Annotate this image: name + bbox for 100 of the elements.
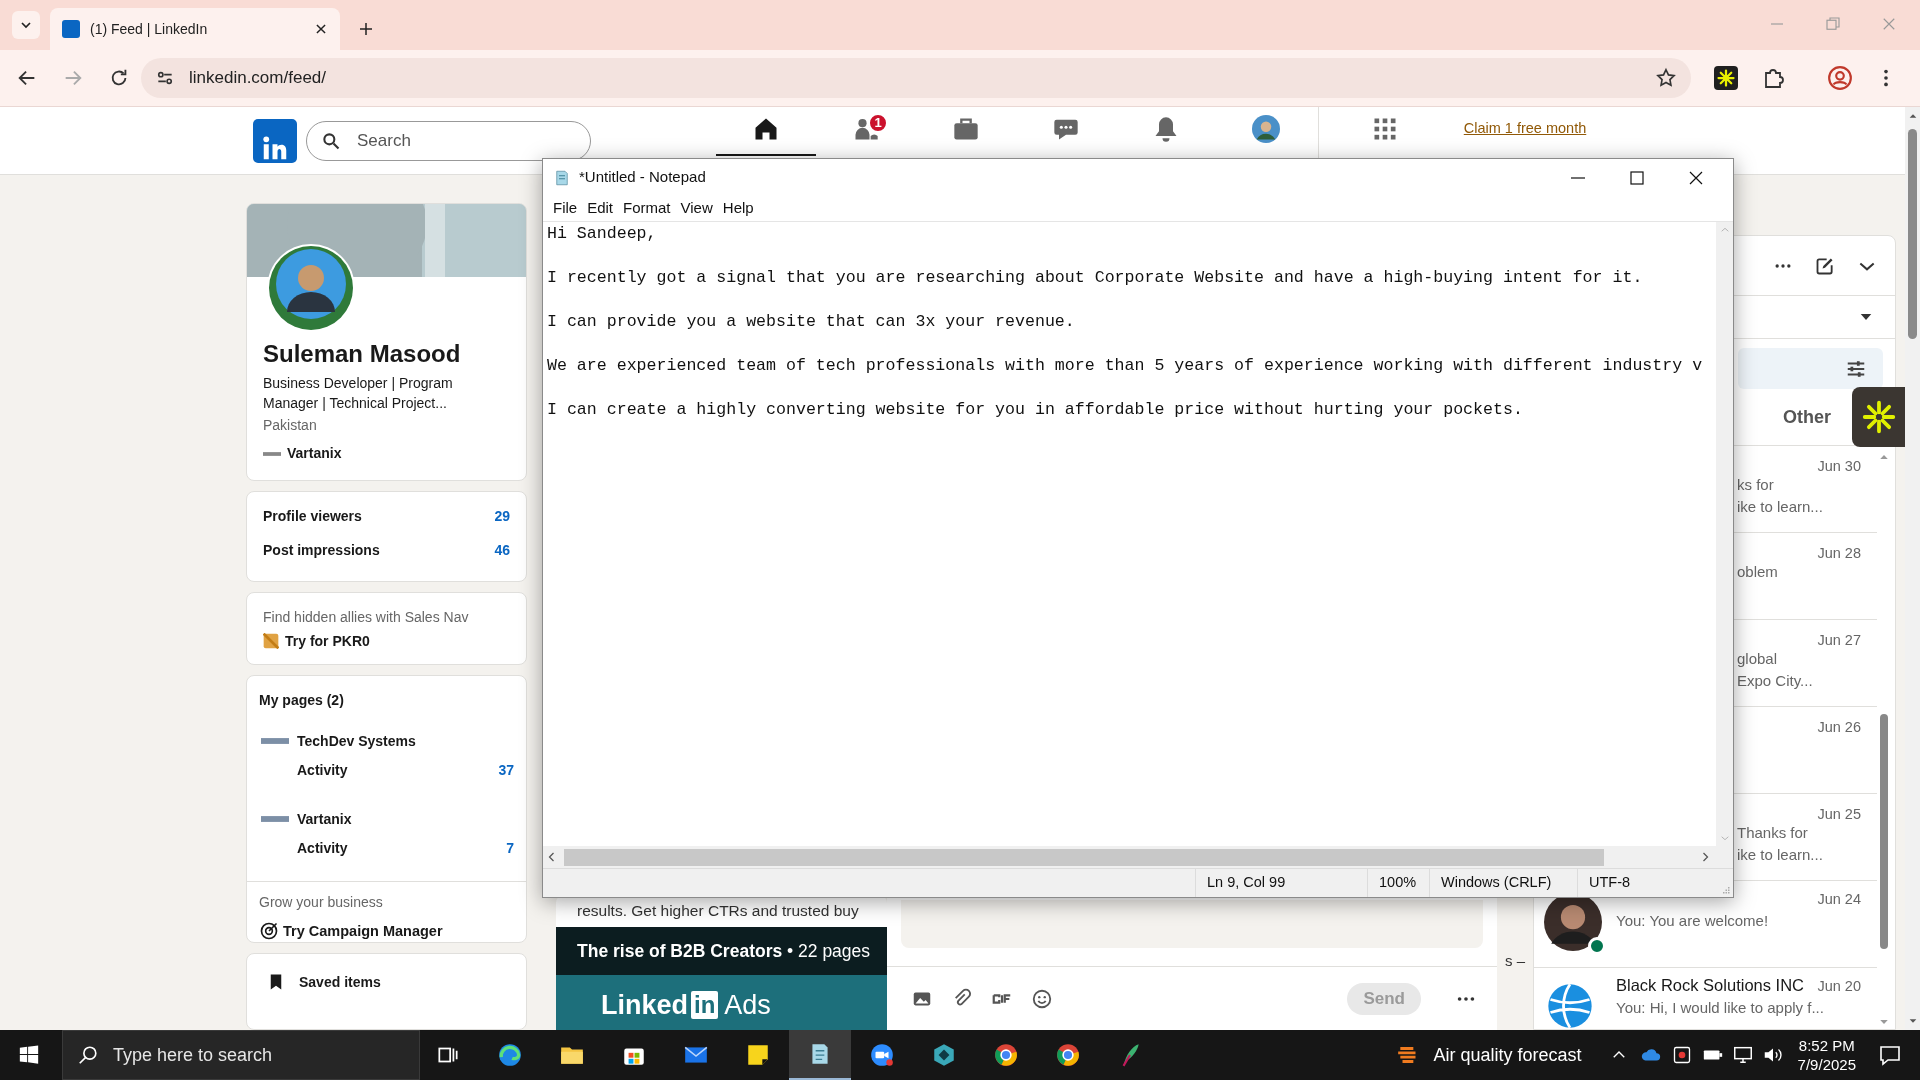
compose-icon[interactable] [1815, 255, 1835, 276]
premium-icon [263, 633, 279, 650]
video-call-icon [869, 1042, 895, 1068]
target-icon [259, 921, 279, 942]
company-name[interactable]: Vartanix [287, 443, 342, 464]
messages-tab[interactable]: Other [1783, 389, 1831, 445]
text-line: Hi Sandeep, [547, 223, 658, 245]
weather-text[interactable]: Air quality forecast [1433, 1041, 1582, 1069]
message-preview: You: Hi, I would like to apply f... [1616, 998, 1824, 1018]
message-date: Jun 25 [1817, 805, 1861, 824]
ad-title: The rise of B2B Creators • 22 pages [577, 939, 871, 963]
page-name[interactable]: Vartanix [297, 808, 352, 830]
taskbar-search-field[interactable]: Type here to search [62, 1030, 420, 1080]
horizontal-scrollbar[interactable] [543, 846, 1733, 868]
linkedin-logo-icon[interactable] [253, 118, 297, 163]
message-date: Jun 24 [1817, 890, 1861, 909]
page-logo-icon [261, 738, 289, 745]
scrollbar-thumb[interactable] [1908, 129, 1917, 339]
contact-name: Black Rock Solutions INC [1616, 975, 1804, 996]
notification-center-icon[interactable] [1878, 1043, 1902, 1067]
security-icon[interactable] [1671, 1045, 1692, 1065]
url-text: linkedin.com/feed/ [189, 67, 328, 90]
chrome-icon [993, 1042, 1019, 1068]
text-line: I can create a highly converting website for you in affordable price without hurting your pockets. [547, 399, 1524, 421]
menu-item[interactable]: View [675, 197, 718, 220]
text-line: We are experienced team of tech professionals with more than 5 years of experience working with different industry v [547, 355, 1704, 377]
extension-widget[interactable] [1852, 387, 1905, 447]
menu-item[interactable]: Edit [582, 197, 619, 220]
tab-list-button[interactable] [12, 11, 40, 39]
message-date: Jun 26 [1817, 718, 1861, 737]
chrome-icon [1055, 1042, 1081, 1068]
bookmark-star-icon[interactable] [1655, 67, 1677, 89]
sticky-note-icon [745, 1042, 771, 1068]
message-preview: global [1737, 649, 1779, 669]
company-logo-icon [263, 451, 281, 456]
scroll-up-icon[interactable] [1878, 452, 1890, 462]
message-input[interactable] [901, 900, 1483, 948]
search-field[interactable]: Search [306, 120, 591, 161]
ad-text: results. Get higher CTRs and trusted buy [576, 901, 860, 921]
message-search-field[interactable] [1738, 348, 1883, 389]
clock[interactable]: 8:52 PM 7/9/2025 [1797, 1036, 1856, 1074]
profile-icon[interactable] [1827, 65, 1853, 91]
activity-count: 7 [506, 838, 514, 858]
stat-value: 29 [494, 507, 510, 527]
message-preview: You: You are welcome! [1616, 911, 1769, 931]
new-tab-icon[interactable] [357, 20, 375, 38]
status-text: Ln 9, Col 99 [1207, 873, 1286, 893]
linkedin-ads-logo: Linked in Ads [601, 989, 771, 1022]
page-logo-icon [261, 816, 289, 823]
menu-item[interactable]: Format [618, 197, 676, 220]
cube-icon [931, 1042, 957, 1068]
browser-tab[interactable]: (1) Feed | LinkedIn [50, 8, 340, 50]
taskbar-app[interactable] [789, 1030, 851, 1080]
status-text: 100% [1379, 873, 1417, 893]
windows-start-icon[interactable] [18, 1044, 40, 1066]
tab-title: (1) Feed | LinkedIn [90, 19, 209, 39]
menu-item[interactable]: Help [717, 197, 759, 220]
message-preview: Thanks for [1737, 823, 1809, 843]
pages-title: My pages (2) [258, 690, 345, 710]
close-icon[interactable] [314, 22, 328, 36]
linkedin-favicon-icon [62, 20, 80, 38]
minimize-icon [1570, 176, 1585, 179]
grow-text: Grow your business [259, 892, 384, 912]
partial-text: s – [1504, 950, 1526, 971]
campaign-manager-link[interactable]: Try Campaign Manager [283, 920, 443, 943]
network-icon[interactable] [1731, 1044, 1754, 1066]
activity-label: Activity [297, 760, 348, 780]
scrollbar-thumb[interactable] [1880, 714, 1888, 949]
text-line: I recently got a signal that you are researching about Corporate Website and have a high-buying intent for it. [547, 267, 1644, 289]
address-bar[interactable]: linkedin.com/feed/ [141, 58, 1691, 98]
message-date: Jun 28 [1817, 544, 1861, 563]
message-preview: ike to learn... [1737, 845, 1824, 865]
nav-tab[interactable]: 1 [816, 107, 916, 156]
scroll-down-icon[interactable] [1878, 1017, 1890, 1027]
menu-item[interactable]: File [548, 197, 583, 220]
try-premium-link[interactable]: Try for PKR0 [285, 630, 370, 652]
emoji-icon[interactable] [1031, 987, 1053, 1010]
profile-name[interactable]: Suleman Masood [263, 339, 510, 369]
text-line: I can provide you a website that can 3x your revenue. [547, 311, 1076, 333]
premium-link[interactable]: Claim 1 free month [1455, 117, 1595, 139]
stat-label[interactable]: Profile viewers [263, 506, 362, 527]
stat-label[interactable]: Post impressions [263, 540, 380, 561]
browser-icon [497, 1042, 523, 1068]
activity-label: Activity [297, 838, 348, 858]
message-preview: Expo City... [1737, 671, 1814, 691]
scrollbar-thumb[interactable] [564, 848, 1604, 866]
profile-headline: Business Developer | Program Manager | Technical Project... [263, 374, 454, 413]
stat-value: 46 [494, 541, 510, 561]
promo-text: Find hidden allies with Sales Nav [263, 607, 470, 627]
saved-items-link[interactable]: Saved items [299, 972, 381, 994]
extension-icon[interactable] [1714, 66, 1738, 90]
status-text: Windows (CRLF) [1441, 873, 1552, 893]
notepad-icon [553, 168, 571, 187]
message-date: Jun 27 [1817, 631, 1861, 650]
page-name[interactable]: TechDev Systems [297, 730, 416, 752]
maximize-icon [1629, 170, 1644, 185]
search-icon [321, 130, 341, 151]
notification-badge: 1 [868, 113, 888, 133]
message-preview: ks for [1737, 475, 1775, 495]
close-icon [1688, 170, 1703, 185]
